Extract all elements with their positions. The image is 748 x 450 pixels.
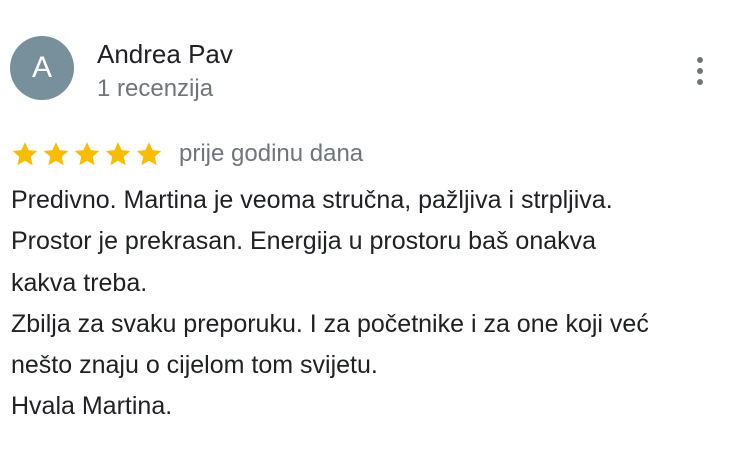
review-text-line: Predivno. Martina je veoma stručna, pažl…: [11, 186, 613, 214]
star-icon: [10, 139, 40, 169]
rating-row: prije godinu dana: [10, 137, 363, 171]
star-icon: [134, 139, 164, 169]
star-icon: [41, 139, 71, 169]
review-text-line: Hvala Martina.: [11, 392, 173, 421]
review-text: Predivno. Martina je veoma stručna, pažl…: [11, 180, 741, 428]
star-icon: [103, 139, 133, 169]
more-vert-icon: [697, 57, 703, 85]
more-options-button[interactable]: [684, 54, 716, 90]
avatar[interactable]: A: [10, 36, 74, 100]
star-rating: [10, 139, 165, 169]
review-date: prije godinu dana: [179, 140, 364, 167]
review-text-line: Zbilja za svaku preporuku. I za početnik…: [11, 309, 649, 338]
author-review-count[interactable]: 1 recenzija: [97, 73, 213, 105]
review-text-line: Prostor je prekrasan. Energija u prostor…: [11, 227, 597, 256]
review-text-line: kakva treba.: [11, 268, 148, 297]
review-card: A Andrea Pav 1 recenzija prije godinu da…: [0, 0, 748, 450]
review-text-line: nešto znaju o cijelom tom svijetu.: [11, 351, 378, 380]
author-name[interactable]: Andrea Pav: [97, 37, 233, 71]
star-icon: [72, 139, 102, 169]
